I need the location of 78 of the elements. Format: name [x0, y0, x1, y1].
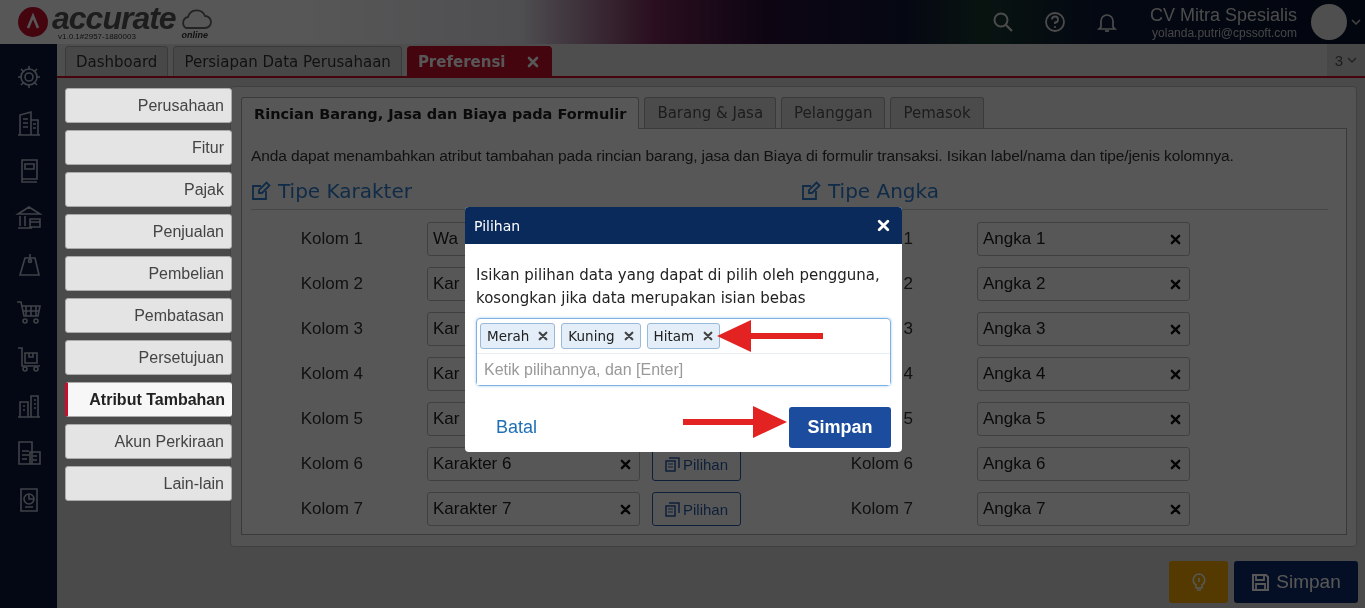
settings-menu-item[interactable]: Pajak: [65, 172, 232, 207]
text-field[interactable]: Angka 4: [977, 357, 1190, 391]
version-text: v1.0.1#2957-1880003: [58, 33, 137, 41]
field-label: Kolom 1: [299, 229, 363, 249]
save-icon: [1251, 572, 1271, 592]
copy-icon: [665, 501, 680, 517]
caret-icon[interactable]: [1347, 56, 1357, 64]
section-title: Tipe Karakter: [278, 179, 412, 203]
field-label: 3: [902, 319, 913, 339]
clear-icon[interactable]: [1170, 413, 1181, 425]
text-field[interactable]: Angka 1: [977, 222, 1190, 256]
tag-input-field[interactable]: Merah Kuning Hitam Ketik pilihannya, dan [Enter]: [476, 318, 891, 386]
user-email: yolanda.putri@cpssoft.com: [1152, 25, 1297, 40]
options-button[interactable]: Pilihan: [652, 492, 741, 526]
avatar[interactable]: [1311, 4, 1347, 40]
clear-icon[interactable]: [1170, 323, 1181, 335]
clear-icon[interactable]: [1170, 278, 1181, 290]
form-tab[interactable]: Rincian Barang, Jasa dan Biaya pada Formulir: [241, 97, 640, 129]
bank-icon[interactable]: [14, 204, 43, 232]
field-label: Kolom 7: [299, 499, 363, 519]
remove-icon[interactable]: [538, 331, 549, 341]
settings-menu-item[interactable]: Perusahaan: [65, 88, 232, 123]
dialog-message: Isikan pilihan data yang dapat di pilih oleh pengguna, kosongkan jika data merupakan isian bebas: [476, 265, 881, 309]
clear-icon[interactable]: [1170, 458, 1181, 470]
settings-menu-item[interactable]: Lain-lain: [65, 466, 232, 501]
clear-icon[interactable]: [1170, 503, 1181, 515]
bulb-icon: [1189, 572, 1208, 592]
remove-icon[interactable]: [703, 331, 714, 341]
edit-icon: [801, 181, 821, 201]
field-label: Kolom 6: [849, 454, 913, 474]
settings-menu-item[interactable]: Persetujuan: [65, 340, 232, 375]
field-label: Kolom 5: [299, 409, 363, 429]
clear-icon[interactable]: [620, 503, 631, 515]
bell-icon[interactable]: [1095, 11, 1118, 33]
edit-icon: [251, 181, 271, 201]
field-label: Kolom 3: [299, 319, 363, 339]
logo-subtitle: online: [181, 30, 208, 40]
save-button[interactable]: Simpan: [1234, 561, 1358, 603]
clear-icon[interactable]: [1170, 368, 1181, 380]
section-title: Tipe Angka: [828, 179, 940, 203]
text-field[interactable]: Angka 5: [977, 402, 1190, 436]
help-icon[interactable]: [1043, 11, 1066, 33]
settings-menu-item[interactable]: Fitur: [65, 130, 232, 165]
option-tag[interactable]: Hitam: [646, 323, 721, 349]
cart-icon[interactable]: [14, 298, 43, 326]
logo-text: accurate: [52, 3, 176, 33]
document-tab[interactable]: Preferensi: [406, 46, 553, 76]
clear-icon[interactable]: [1170, 233, 1181, 245]
settings-menu-item[interactable]: Penjualan: [65, 214, 232, 249]
field-label: Kolom 6: [299, 454, 363, 474]
text-field[interactable]: Angka 6: [977, 447, 1190, 481]
settings-menu-item[interactable]: Pembelian: [65, 256, 232, 291]
logo-icon: [18, 7, 48, 37]
clear-icon[interactable]: [620, 458, 631, 470]
company-name: CV Mitra Spesialis: [1149, 4, 1297, 26]
search-icon[interactable]: [991, 11, 1014, 33]
dialog-title: Pilihan: [474, 217, 521, 234]
option-tag[interactable]: Kuning: [561, 323, 641, 349]
text-field[interactable]: Angka 2: [977, 267, 1190, 301]
settings-menu-item[interactable]: Akun Perkiraan: [65, 424, 232, 459]
field-label: 1: [902, 229, 913, 249]
save-button[interactable]: Simpan: [789, 407, 891, 448]
field-label: Kolom 4: [299, 364, 363, 384]
close-icon[interactable]: [877, 219, 890, 232]
field-label: 4: [902, 364, 913, 384]
settings-menu-item[interactable]: Atribut Tambahan: [65, 382, 232, 417]
option-tag[interactable]: Merah: [480, 323, 556, 349]
field-label: Kolom 7: [849, 499, 913, 519]
remove-icon[interactable]: [623, 331, 634, 341]
hint-button[interactable]: [1169, 561, 1228, 603]
cancel-link[interactable]: Batal: [496, 417, 538, 438]
field-label: Kolom 2: [299, 274, 363, 294]
settings-menu-item[interactable]: Pembatasan: [65, 298, 232, 333]
description-text: Anda dapat menambahkan atribut tambahan pada rincian barang, jasa dan Biaya di formulir transaksi. Isikan label/nama dan tipe/jenis kolomnya.: [251, 147, 1235, 165]
text-field[interactable]: Angka 7: [977, 492, 1190, 526]
text-field[interactable]: Angka 3: [977, 312, 1190, 346]
text-field[interactable]: Karakter 7: [427, 492, 640, 526]
copy-icon: [665, 456, 680, 472]
